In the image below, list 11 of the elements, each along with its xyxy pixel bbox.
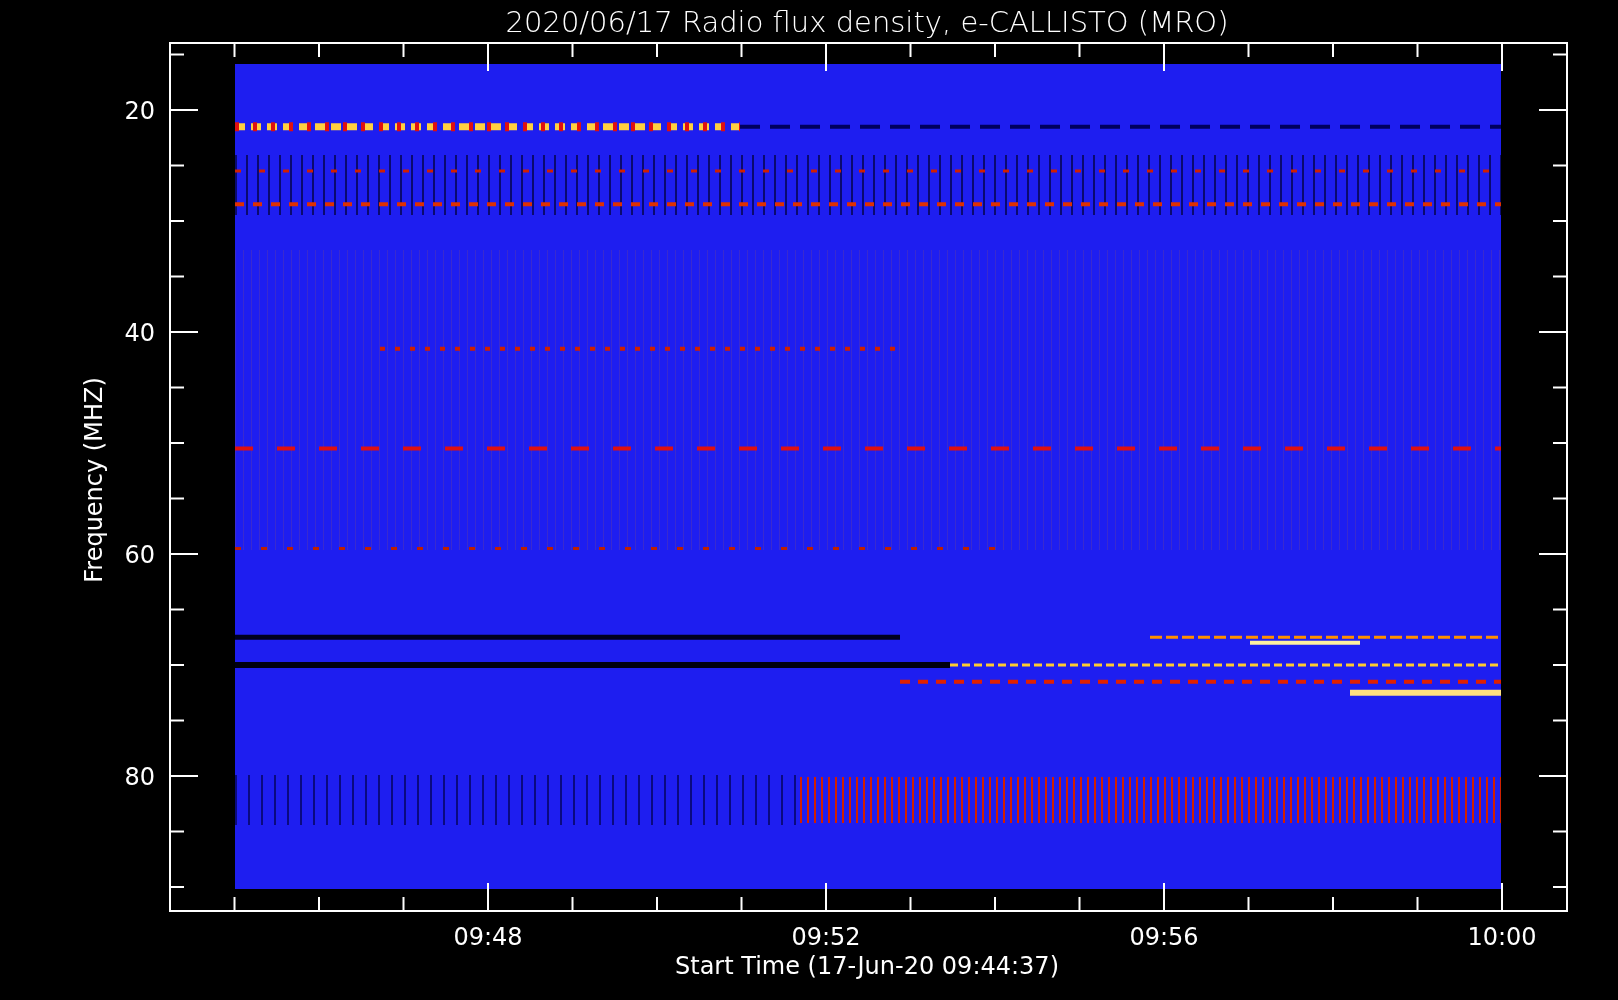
tick-label: 80 bbox=[124, 763, 155, 791]
tick-label: 10:00 bbox=[1467, 923, 1537, 951]
tick-label: 20 bbox=[124, 97, 155, 125]
tick-label: 09:56 bbox=[1129, 923, 1199, 951]
tick-label: 09:52 bbox=[791, 923, 861, 951]
plot-title: 2020/06/17 Radio flux density, e-CALLISTO (MRO) bbox=[505, 5, 1229, 39]
tick-label: 60 bbox=[124, 541, 155, 569]
tick-label: 09:48 bbox=[453, 923, 523, 951]
axis-label: Start Time (17-Jun-20 09:44:37) bbox=[675, 952, 1059, 980]
tick-label: 40 bbox=[124, 319, 155, 347]
axis-label: Frequency (MHZ) bbox=[80, 377, 108, 583]
